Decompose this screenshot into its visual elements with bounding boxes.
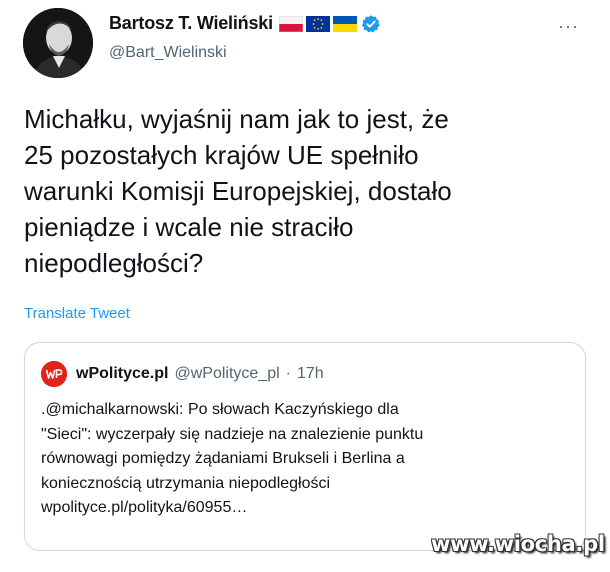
verified-badge-icon [361, 14, 380, 32]
poland-flag-icon [278, 15, 303, 32]
quoted-text-line: .@michalkarnowski: Po słowach Kaczyńskie… [41, 401, 399, 418]
quoted-text-line: "Sieci": wyczerpały się nadzieje na znal… [41, 425, 424, 443]
avatar[interactable] [23, 8, 93, 78]
author-flags [278, 15, 357, 32]
ukraine-flag-icon [332, 15, 357, 32]
author-handle[interactable]: @Bart_Wielinski [109, 44, 227, 62]
tweet: Bartosz T. Wieliński @Bart_Wielinski ···… [0, 0, 610, 572]
tweet-text-line: warunki Komisji Europejskiej, dostało [24, 176, 452, 206]
quoted-text-line: koniecznością utrzymania niepodległości [41, 474, 331, 492]
tweet-text-line: Michałku, wyjaśnij nam jak to jest, że [24, 104, 449, 134]
quoted-tweet-text: .@michalkarnowski: Po słowach Kaczyńskie… [41, 398, 561, 521]
quoted-tweet[interactable]: wPolityce.pl @wPolityce_pl · 17h .@micha… [24, 342, 586, 551]
tweet-text-line: niepodległości? [24, 248, 204, 278]
tweet-text: Michałku, wyjaśnij nam jak to jest, że 2… [24, 101, 584, 281]
author-display-name[interactable]: Bartosz T. Wieliński [109, 13, 273, 34]
wpolityce-avatar[interactable] [41, 361, 67, 387]
wpolityce-logo-icon [41, 361, 67, 387]
quoted-link[interactable]: wpolityce.pl/polityka/60955… [41, 496, 561, 521]
quoted-tweet-header: wPolityce.pl @wPolityce_pl · 17h [41, 361, 324, 387]
translate-tweet-link[interactable]: Translate Tweet [24, 305, 130, 322]
avatar-photo [23, 8, 93, 78]
quoted-author-handle[interactable]: @wPolityce_pl [174, 365, 279, 383]
more-options-icon[interactable]: ··· [558, 16, 579, 37]
quoted-text-line: równowagi pomiędzy żądaniami Brukseli i … [41, 450, 405, 467]
quoted-separator: · [285, 365, 291, 382]
eu-flag-icon [305, 15, 330, 32]
tweet-text-line: pieniądze i wcale nie straciło [24, 212, 354, 242]
author-name-row: Bartosz T. Wieliński [109, 13, 381, 34]
watermark: www.wiocha.pl [431, 532, 605, 556]
quoted-author-name[interactable]: wPolityce.pl [76, 365, 168, 383]
tweet-text-line: 25 pozostałych krajów UE spełniło [24, 140, 419, 170]
quoted-timestamp[interactable]: 17h [297, 365, 324, 383]
